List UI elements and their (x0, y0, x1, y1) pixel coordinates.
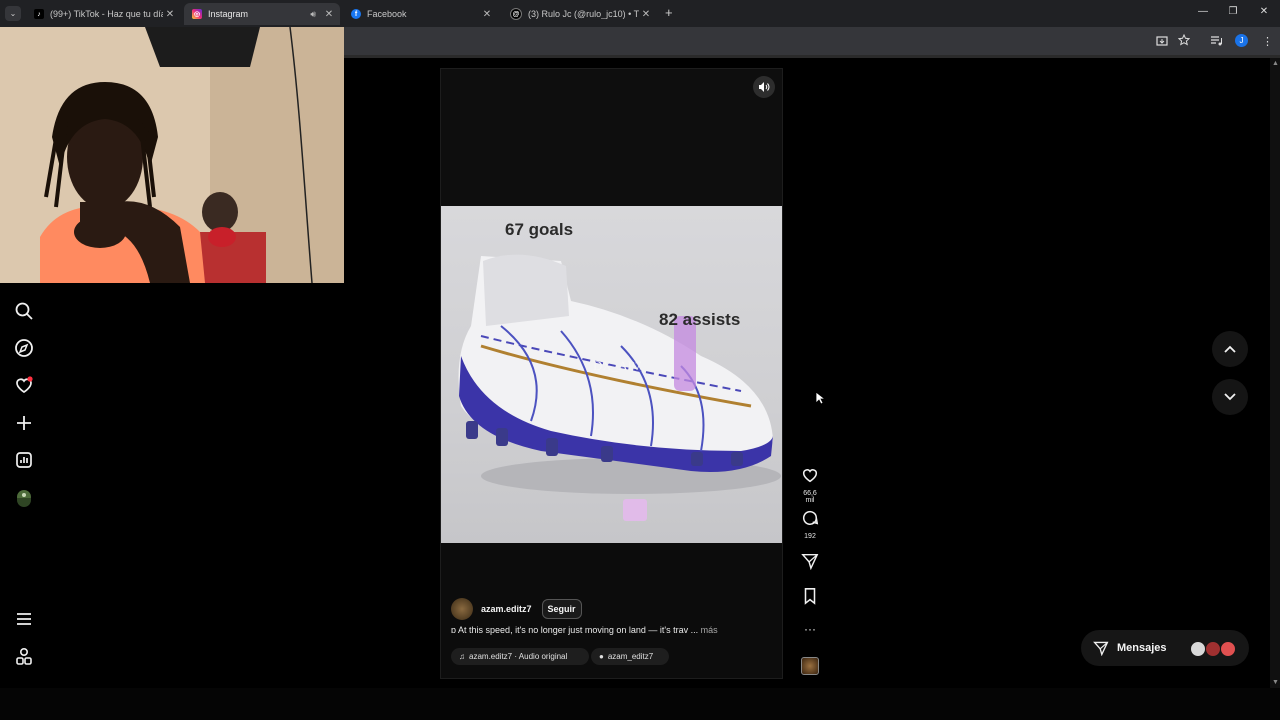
also-from-meta-icon[interactable] (14, 646, 34, 666)
reel-post: 67 goals 82 assists DX_AP7 azam.editz7 S… (440, 68, 783, 679)
streamer-camera-image (0, 27, 344, 283)
chevron-down-icon (1224, 393, 1236, 401)
close-icon[interactable]: ✕ (163, 9, 177, 20)
messages-label: Mensajes (1117, 642, 1167, 654)
speaker-icon (759, 82, 770, 92)
create-plus-icon[interactable] (14, 413, 34, 433)
post-author-row: azam.editz7 Seguir (451, 598, 582, 620)
profile-avatar-icon[interactable] (14, 487, 34, 507)
notifications-heart-icon[interactable] (14, 375, 34, 395)
kebab-menu-icon[interactable]: ⋮ (1262, 35, 1273, 48)
previous-reel-button[interactable] (1212, 331, 1248, 367)
chevron-up-icon (1224, 345, 1236, 353)
send-icon (1093, 641, 1109, 656)
threads-icon: @ (510, 8, 522, 20)
like-button[interactable]: 66,6 mil (798, 466, 822, 504)
bookmark-star-icon[interactable] (1177, 33, 1191, 49)
instagram-icon: ◎ (192, 9, 202, 19)
message-contact-avatar[interactable] (1220, 641, 1236, 657)
comment-button[interactable]: 192 (798, 509, 822, 540)
caption-text: At this speed, it's no longer just movin… (458, 625, 699, 635)
video-letterbox-top (441, 69, 782, 206)
music-note-icon: ♫ (459, 652, 465, 661)
minimize-button[interactable]: — (1193, 6, 1213, 17)
audio-thumbnail-button[interactable] (798, 657, 822, 675)
media-controls-icon[interactable] (1210, 35, 1223, 50)
taskbar-strip (0, 688, 1280, 720)
like-count: 66,6 mil (803, 490, 817, 504)
share-send-icon (801, 553, 819, 571)
tab-title: Facebook (367, 9, 407, 19)
tab-facebook[interactable]: f Facebook ✕ (343, 3, 498, 25)
volume-toggle-button[interactable] (753, 76, 775, 98)
caption-more-link[interactable]: más (701, 625, 718, 635)
scroll-up-icon[interactable]: ▲ (1272, 60, 1279, 67)
football-boot-image (458, 254, 781, 521)
tiktok-icon: ♪ (34, 9, 44, 19)
close-icon[interactable]: ✕ (639, 9, 653, 20)
page-scrollbar[interactable]: ▲ ▼ (1270, 58, 1280, 688)
close-window-button[interactable]: ✕ (1254, 6, 1274, 17)
heart-icon (802, 469, 818, 483)
facebook-icon: f (351, 9, 361, 19)
close-icon[interactable]: ✕ (480, 9, 494, 20)
tab-search-button[interactable]: ⌄ (5, 6, 21, 21)
video-goals-label: 67 goals (505, 220, 574, 239)
save-button[interactable] (798, 587, 822, 610)
follow-button[interactable]: Seguir (541, 599, 582, 619)
webcam-overlay (0, 27, 344, 283)
tab-instagram[interactable]: ◎ Instagram 🔊︎ ✕ (184, 3, 340, 25)
comment-icon (802, 510, 819, 526)
tab-title: (99+) TikTok - Haz que tu día se (50, 9, 163, 19)
restore-button[interactable]: ❐ (1223, 6, 1243, 17)
author-username[interactable]: azam.editz7 (481, 604, 532, 614)
tagged-user-pill[interactable]: ● azam_editz7 (591, 648, 669, 665)
tab-threads[interactable]: @ (3) Rulo Jc (@rulo_jc10) • Threa ✕ (502, 3, 657, 25)
mouse-cursor (815, 391, 827, 410)
tab-title: (3) Rulo Jc (@rulo_jc10) • Threa (528, 9, 639, 19)
tab-tiktok[interactable]: ♪ (99+) TikTok - Haz que tu día se ✕ (26, 3, 181, 25)
comment-count: 192 (804, 533, 816, 540)
ellipsis-icon: ··· (804, 622, 816, 636)
profile-avatar[interactable]: J (1235, 34, 1248, 47)
caption-prefix: ɒ (451, 625, 457, 635)
audio-label: azam.editz7 · Audio original (469, 652, 568, 661)
share-button[interactable] (798, 552, 822, 575)
search-icon[interactable] (14, 301, 34, 321)
more-options-button[interactable]: ··· (798, 622, 822, 636)
video-assists-label: 82 assists (659, 310, 741, 329)
next-reel-button[interactable] (1212, 379, 1248, 415)
message-contact-avatar[interactable] (1190, 641, 1206, 657)
close-icon[interactable]: ✕ (322, 9, 336, 20)
tagged-user-label: azam_editz7 (607, 652, 654, 661)
scroll-down-icon[interactable]: ▼ (1272, 679, 1279, 686)
more-menu-icon[interactable] (14, 609, 34, 629)
author-avatar[interactable] (451, 598, 473, 620)
audio-pill[interactable]: ♫ azam.editz7 · Audio original (451, 648, 589, 665)
video-watermark: DX_AP7 (593, 358, 642, 373)
new-tab-button[interactable]: + (665, 5, 673, 20)
reel-video[interactable]: 67 goals 82 assists DX_AP7 (441, 206, 782, 543)
explore-compass-icon[interactable] (14, 338, 34, 358)
person-icon: ● (599, 652, 604, 661)
tab-title: Instagram (208, 9, 249, 19)
install-app-icon[interactable] (1156, 35, 1168, 50)
message-contact-avatar[interactable] (1205, 641, 1221, 657)
speaker-icon[interactable]: 🔊︎ (310, 9, 316, 20)
bookmark-icon (804, 588, 816, 605)
browser-tab-strip: ⌄ ♪ (99+) TikTok - Haz que tu día se ✕ ◎… (0, 0, 1280, 27)
audio-thumbnail-image (801, 657, 819, 675)
post-caption[interactable]: ɒ At this speed, it's no longer just mov… (451, 625, 771, 635)
dashboard-chart-icon[interactable] (14, 450, 34, 470)
